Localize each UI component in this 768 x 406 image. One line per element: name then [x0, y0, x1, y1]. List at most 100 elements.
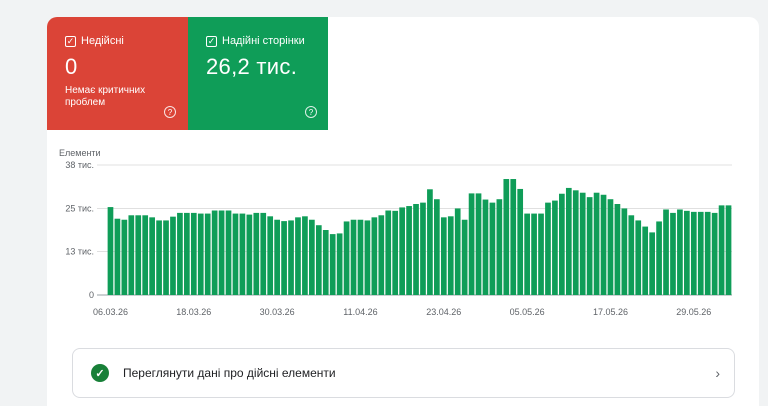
bar — [531, 213, 537, 295]
bar — [350, 219, 357, 295]
bar — [315, 225, 322, 295]
bar — [246, 214, 253, 295]
help-icon[interactable]: ? — [164, 106, 176, 118]
bar — [184, 212, 190, 295]
bar — [684, 210, 690, 295]
invalid-note: Немає критичних проблем — [65, 85, 146, 108]
x-tick-label: 11.04.26 — [343, 307, 377, 317]
bar — [468, 193, 475, 295]
bar — [364, 220, 371, 295]
bar — [524, 213, 530, 295]
bar — [336, 233, 343, 295]
bar — [295, 217, 301, 295]
x-tick-label: 18.03.26 — [176, 307, 211, 317]
bar — [670, 212, 676, 295]
bar — [218, 210, 225, 295]
bar — [149, 217, 155, 295]
bar — [413, 204, 419, 295]
bar — [593, 192, 600, 295]
y-tick-label: 0 — [89, 290, 94, 300]
bar — [565, 187, 572, 295]
bar — [552, 200, 558, 295]
view-valid-items-row[interactable]: ✓ Переглянути дані про дійсні елементи › — [72, 348, 735, 398]
bar — [656, 221, 662, 295]
bar — [281, 221, 287, 295]
bar — [170, 216, 176, 295]
bar — [399, 207, 405, 295]
chevron-right-icon: › — [715, 365, 720, 381]
bar — [427, 189, 433, 295]
x-tick-label: 06.03.26 — [93, 307, 128, 317]
bar — [260, 212, 267, 295]
bar — [725, 205, 732, 295]
bar — [690, 211, 697, 295]
bar — [440, 217, 447, 295]
bar — [628, 215, 635, 295]
bar — [663, 209, 669, 295]
valid-tile[interactable]: ✓ Надійні сторінки 26,2 тис. ? — [188, 17, 328, 130]
invalid-tile[interactable]: ✓ Недійсні 0 Немає критичних проблем ? — [47, 17, 188, 130]
bar — [121, 219, 128, 295]
bar — [697, 211, 704, 295]
bar — [177, 212, 183, 295]
bar — [135, 215, 142, 295]
bar — [538, 213, 544, 295]
bar — [385, 210, 392, 295]
bar — [607, 199, 614, 295]
bar — [496, 199, 503, 295]
bar — [635, 220, 642, 295]
bar — [503, 179, 510, 295]
invalid-count: 0 — [65, 54, 78, 79]
invalid-tile-label: Недійсні — [81, 35, 124, 47]
bar — [600, 194, 607, 295]
bar — [579, 192, 586, 295]
bar — [107, 207, 114, 295]
bar — [371, 217, 378, 295]
bar-chart: Елементи 0 13 тис. 25 тис. 38 тис. 06.03.26 18… — [59, 148, 732, 317]
y-tick-label: 13 тис. — [65, 247, 94, 257]
bar — [586, 197, 593, 295]
report-card: ✓ Недійсні 0 Немає критичних проблем ? ✓… — [47, 17, 759, 406]
bar — [559, 193, 565, 295]
bar — [510, 179, 517, 295]
bar — [447, 216, 454, 295]
bar — [128, 215, 135, 295]
bar — [274, 219, 280, 295]
check-circle-icon: ✓ — [91, 364, 109, 382]
valid-tile-header: ✓ Надійні сторінки — [206, 35, 305, 47]
checkbox-icon[interactable]: ✓ — [206, 35, 217, 47]
bar — [211, 210, 218, 295]
bar — [142, 215, 149, 295]
checkbox-icon[interactable]: ✓ — [65, 35, 76, 47]
bar — [197, 213, 204, 295]
bar — [677, 209, 683, 295]
bar — [642, 226, 649, 295]
bar — [267, 216, 274, 295]
bar — [163, 220, 169, 295]
bar — [649, 232, 655, 295]
bar — [482, 199, 489, 295]
bar — [434, 199, 440, 295]
x-tick-label: 29.05.26 — [676, 307, 711, 317]
bar — [718, 205, 725, 295]
bar — [378, 215, 385, 295]
x-tick-label: 30.03.26 — [260, 307, 295, 317]
bar — [329, 234, 336, 295]
bar — [420, 202, 426, 295]
bar — [114, 218, 121, 295]
bar — [406, 206, 412, 295]
help-icon[interactable]: ? — [305, 106, 317, 118]
bar — [288, 220, 294, 295]
bar — [392, 210, 399, 295]
bar — [302, 216, 308, 295]
bar — [156, 220, 162, 295]
y-tick-label: 38 тис. — [65, 160, 94, 170]
bar — [225, 210, 232, 295]
bar — [621, 208, 628, 295]
bar — [204, 213, 211, 295]
y-axis-title: Елементи — [59, 148, 101, 158]
bar — [475, 193, 482, 295]
bar — [461, 219, 468, 295]
x-tick-label: 23.04.26 — [426, 307, 461, 317]
x-tick-label: 05.05.26 — [510, 307, 545, 317]
